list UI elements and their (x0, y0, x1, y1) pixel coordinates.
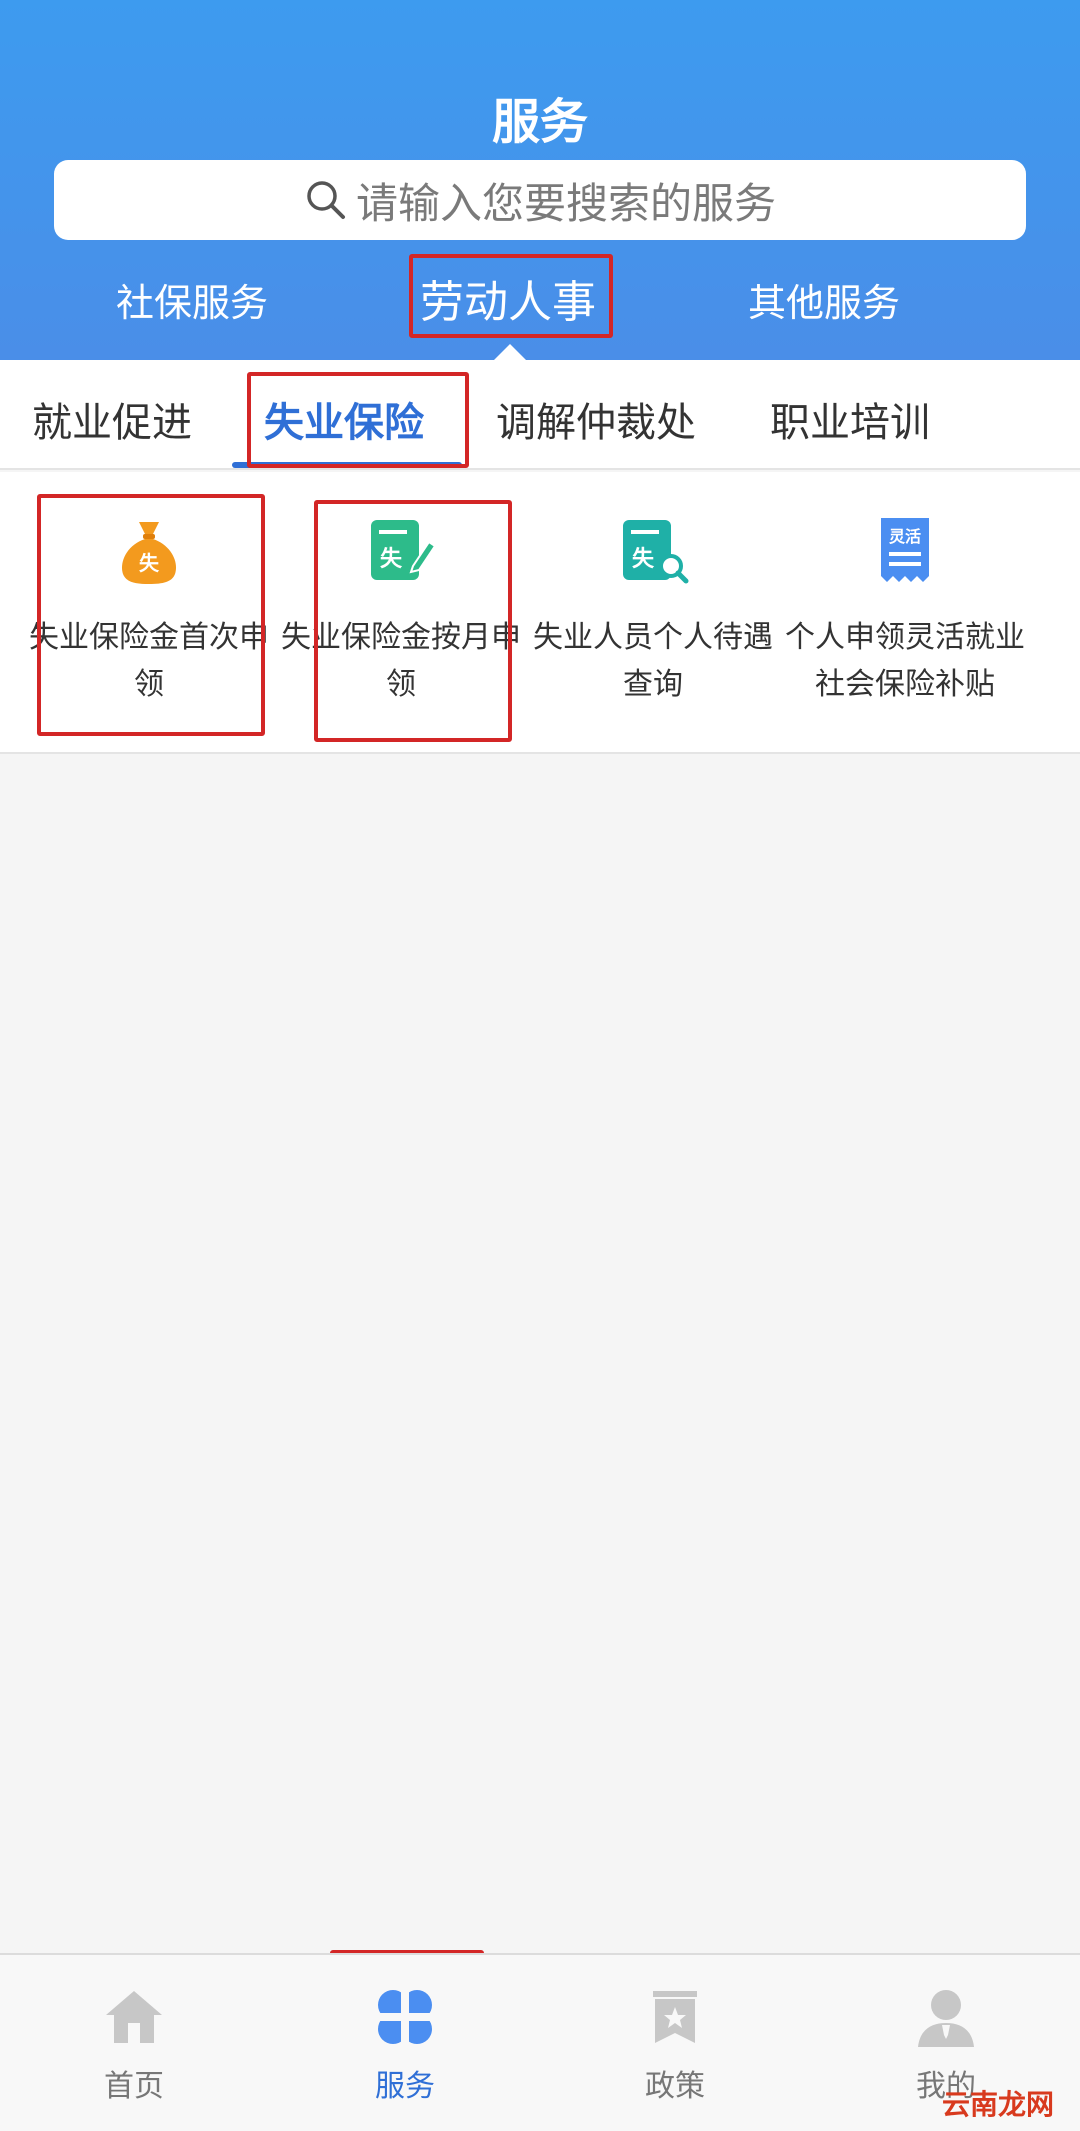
svg-text:灵活: 灵活 (889, 527, 921, 546)
subtab-employment-promotion[interactable]: 就业促进 (32, 390, 192, 448)
highlight-box-monthly-claim (314, 500, 512, 742)
highlight-box-labor-tab (409, 254, 613, 338)
tab-other-services[interactable]: 其他服务 (748, 272, 900, 327)
service-benefit-query[interactable]: 失 失业人员个人待遇查询 (528, 512, 778, 708)
form-search-icon: 失 (623, 520, 689, 584)
policy-icon (653, 1991, 697, 2043)
page-title: 服务 (491, 94, 588, 150)
svg-text:失: 失 (632, 547, 655, 572)
nav-services[interactable]: 服务 (305, 1985, 505, 2105)
home-icon (106, 1991, 162, 2043)
subtab-bar: 就业促进 失业保险 调解仲裁处 职业培训 (0, 360, 1080, 470)
subtab-mediation-arbitration[interactable]: 调解仲裁处 (496, 390, 696, 448)
nav-label: 政策 (645, 2069, 705, 2104)
tab-social-security[interactable]: 社保服务 (116, 272, 268, 327)
highlight-box-first-claim (37, 494, 265, 736)
services-icon (377, 1989, 433, 2045)
service-flexible-subsidy[interactable]: 灵活 个人申领灵活就业社会保险补贴 (780, 512, 1030, 708)
watermark: 云南龙网 (941, 2088, 1054, 2121)
search-placeholder: 请输入您要搜索的服务 (355, 178, 776, 228)
service-label: 个人申领灵活就业社会保险补贴 (785, 620, 1025, 702)
nav-label: 服务 (375, 2069, 435, 2104)
search-bar[interactable]: 请输入您要搜索的服务 (54, 160, 1026, 240)
nav-label: 首页 (104, 2069, 164, 2104)
profile-icon (918, 1990, 974, 2047)
active-tab-pointer (494, 344, 526, 360)
search-icon (307, 181, 345, 219)
service-label: 失业人员个人待遇查询 (533, 620, 773, 702)
highlight-box-unemployment-tab (247, 372, 469, 468)
subtab-vocational-training[interactable]: 职业培训 (770, 390, 930, 448)
bottom-nav: 首页 服务 政策 我的 云南龙网 (0, 1953, 1080, 2131)
nav-policy[interactable]: 政策 (575, 1985, 775, 2105)
nav-home[interactable]: 首页 (34, 1985, 234, 2105)
receipt-icon: 灵活 (881, 518, 929, 582)
